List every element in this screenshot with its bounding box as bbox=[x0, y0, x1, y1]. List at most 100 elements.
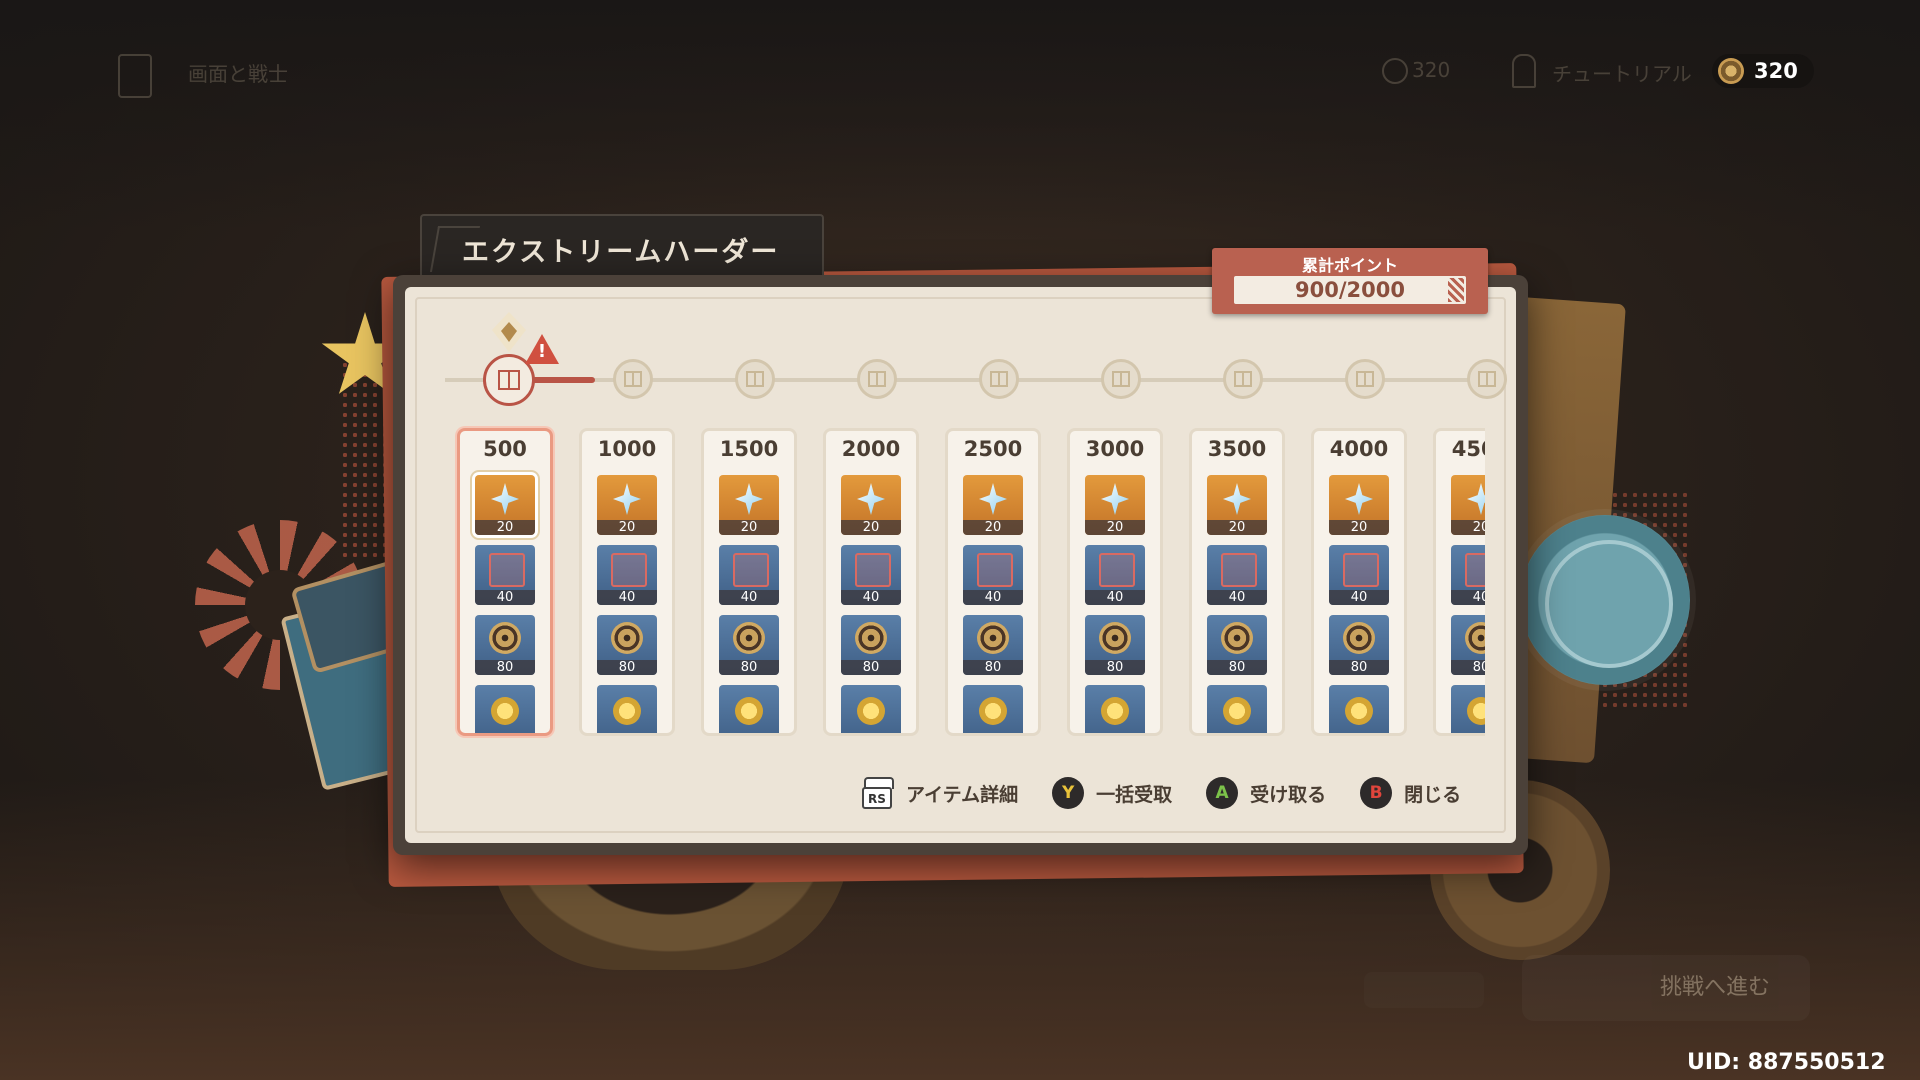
item-quantity: 80 bbox=[1207, 660, 1267, 675]
film-reel-icon[interactable]: 80 bbox=[1207, 615, 1267, 675]
milestone-node-4500[interactable] bbox=[1467, 359, 1507, 399]
ticket-icon[interactable]: 40 bbox=[1451, 545, 1485, 605]
primogem-icon[interactable]: 20 bbox=[597, 475, 657, 535]
milestone-card[interactable]: 3000 20 40 80 bbox=[1067, 428, 1163, 736]
gift-icon bbox=[868, 371, 886, 387]
ticket-icon[interactable]: 40 bbox=[475, 545, 535, 605]
item-quantity: 80 bbox=[1085, 660, 1145, 675]
milestone-card[interactable]: 1000 20 40 80 bbox=[579, 428, 675, 736]
ticket-icon[interactable]: 40 bbox=[719, 545, 779, 605]
currency-icon-dim bbox=[1382, 58, 1408, 84]
milestone-node-2500[interactable] bbox=[979, 359, 1019, 399]
milestone-node-1500[interactable] bbox=[735, 359, 775, 399]
film-reel-icon[interactable]: 80 bbox=[841, 615, 901, 675]
milestone-node-3500[interactable] bbox=[1223, 359, 1263, 399]
ticket-icon[interactable]: 40 bbox=[597, 545, 657, 605]
background-top-shade bbox=[0, 0, 1920, 230]
tutorial-icon bbox=[1512, 54, 1536, 88]
mora-icon[interactable] bbox=[1451, 685, 1485, 733]
progress-track bbox=[445, 378, 1485, 382]
item-quantity: 20 bbox=[841, 520, 901, 535]
item-quantity: 40 bbox=[719, 590, 779, 605]
item-quantity: 20 bbox=[1085, 520, 1145, 535]
item-quantity: 20 bbox=[475, 520, 535, 535]
gift-icon bbox=[990, 371, 1008, 387]
hint-claim-all[interactable]: Y 一括受取 bbox=[1052, 777, 1172, 809]
a-button-icon: A bbox=[1206, 777, 1239, 809]
uid-label: UID: 887550512 bbox=[1687, 1050, 1886, 1075]
primogem-icon[interactable]: 20 bbox=[963, 475, 1023, 535]
ticket-icon[interactable]: 40 bbox=[1085, 545, 1145, 605]
item-quantity: 80 bbox=[963, 660, 1023, 675]
milestone-node-1000[interactable] bbox=[613, 359, 653, 399]
primogem-icon[interactable]: 20 bbox=[475, 475, 535, 535]
milestone-cost: 500 bbox=[483, 437, 527, 461]
milestone-card[interactable]: 2000 20 40 80 bbox=[823, 428, 919, 736]
milestone-cost: 2500 bbox=[963, 437, 1023, 461]
ticket-icon[interactable]: 40 bbox=[963, 545, 1023, 605]
hint-item-details[interactable]: RS アイテム詳細 bbox=[860, 777, 1018, 809]
action-hints: RS アイテム詳細 Y 一括受取 A 受け取る B 閉じる bbox=[860, 776, 1461, 810]
mora-icon[interactable] bbox=[1207, 685, 1267, 733]
item-quantity: 20 bbox=[719, 520, 779, 535]
challenge-button[interactable]: 挑戦へ進む bbox=[1522, 955, 1810, 1021]
item-quantity: 40 bbox=[475, 590, 535, 605]
film-reel-icon[interactable]: 80 bbox=[963, 615, 1023, 675]
milestone-cost: 4500 bbox=[1451, 437, 1485, 461]
film-reel-icon[interactable]: 80 bbox=[1085, 615, 1145, 675]
gift-icon bbox=[1478, 371, 1496, 387]
ticket-icon[interactable]: 40 bbox=[841, 545, 901, 605]
film-reel-icon[interactable]: 80 bbox=[475, 615, 535, 675]
wax-seal-ring bbox=[1545, 540, 1673, 668]
ticket-icon[interactable]: 40 bbox=[1329, 545, 1389, 605]
milestone-card[interactable]: 3500 20 40 80 bbox=[1189, 428, 1285, 736]
milestone-cost: 2000 bbox=[841, 437, 901, 461]
milestone-card[interactable]: 500 20 40 80 bbox=[457, 428, 553, 736]
milestone-card[interactable]: 4500 20 40 80 bbox=[1433, 428, 1485, 736]
milestone-node-2000[interactable] bbox=[857, 359, 897, 399]
primogem-icon[interactable]: 20 bbox=[1207, 475, 1267, 535]
mora-icon[interactable] bbox=[475, 685, 535, 733]
mora-icon[interactable] bbox=[1085, 685, 1145, 733]
hint-close[interactable]: B 閉じる bbox=[1360, 777, 1461, 809]
page-title: エクストリームハーダー bbox=[462, 237, 780, 268]
b-button-icon: B bbox=[1360, 777, 1393, 809]
milestone-node-4000[interactable] bbox=[1345, 359, 1385, 399]
film-reel-icon[interactable]: 80 bbox=[597, 615, 657, 675]
ticket-icon[interactable]: 40 bbox=[1207, 545, 1267, 605]
item-quantity: 40 bbox=[1451, 590, 1485, 605]
milestone-card[interactable]: 2500 20 40 80 bbox=[945, 428, 1041, 736]
primogem-icon[interactable]: 20 bbox=[719, 475, 779, 535]
mora-icon[interactable] bbox=[963, 685, 1023, 733]
hint-receive[interactable]: A 受け取る bbox=[1206, 777, 1326, 809]
hint-claim-all-label: 一括受取 bbox=[1096, 783, 1173, 806]
primogem-icon[interactable]: 20 bbox=[1085, 475, 1145, 535]
primogem-icon[interactable]: 20 bbox=[841, 475, 901, 535]
tutorial-button[interactable]: チュートリアル bbox=[1552, 58, 1692, 87]
film-reel-icon[interactable]: 80 bbox=[1329, 615, 1389, 675]
mora-icon[interactable] bbox=[1329, 685, 1389, 733]
item-quantity: 80 bbox=[597, 660, 657, 675]
y-key-dim bbox=[1364, 972, 1484, 1008]
mora-icon[interactable] bbox=[597, 685, 657, 733]
film-reel-icon[interactable]: 80 bbox=[719, 615, 779, 675]
gift-icon bbox=[624, 371, 642, 387]
milestone-node-3000[interactable] bbox=[1101, 359, 1141, 399]
mora-icon[interactable] bbox=[719, 685, 779, 733]
milestone-cost: 1000 bbox=[597, 437, 657, 461]
item-quantity: 40 bbox=[1207, 590, 1267, 605]
milestone-card[interactable]: 1500 20 40 80 bbox=[701, 428, 797, 736]
milestone-list[interactable]: 500 20 40 80 1000 20 40 80 1500 20 40 80 2000 20 40 80 2… bbox=[445, 420, 1485, 745]
milestone-card[interactable]: 4000 20 40 80 bbox=[1311, 428, 1407, 736]
y-button-icon: Y bbox=[1052, 777, 1085, 809]
item-quantity: 80 bbox=[1329, 660, 1389, 675]
film-reel-icon[interactable]: 80 bbox=[1451, 615, 1485, 675]
trophy-icon bbox=[118, 54, 152, 98]
currency-dim-value: 320 bbox=[1412, 58, 1451, 82]
milestone-cost: 4000 bbox=[1329, 437, 1389, 461]
item-quantity: 40 bbox=[1085, 590, 1145, 605]
primogem-icon[interactable]: 20 bbox=[1329, 475, 1389, 535]
mora-icon[interactable] bbox=[841, 685, 901, 733]
item-quantity: 40 bbox=[963, 590, 1023, 605]
primogem-icon[interactable]: 20 bbox=[1451, 475, 1485, 535]
